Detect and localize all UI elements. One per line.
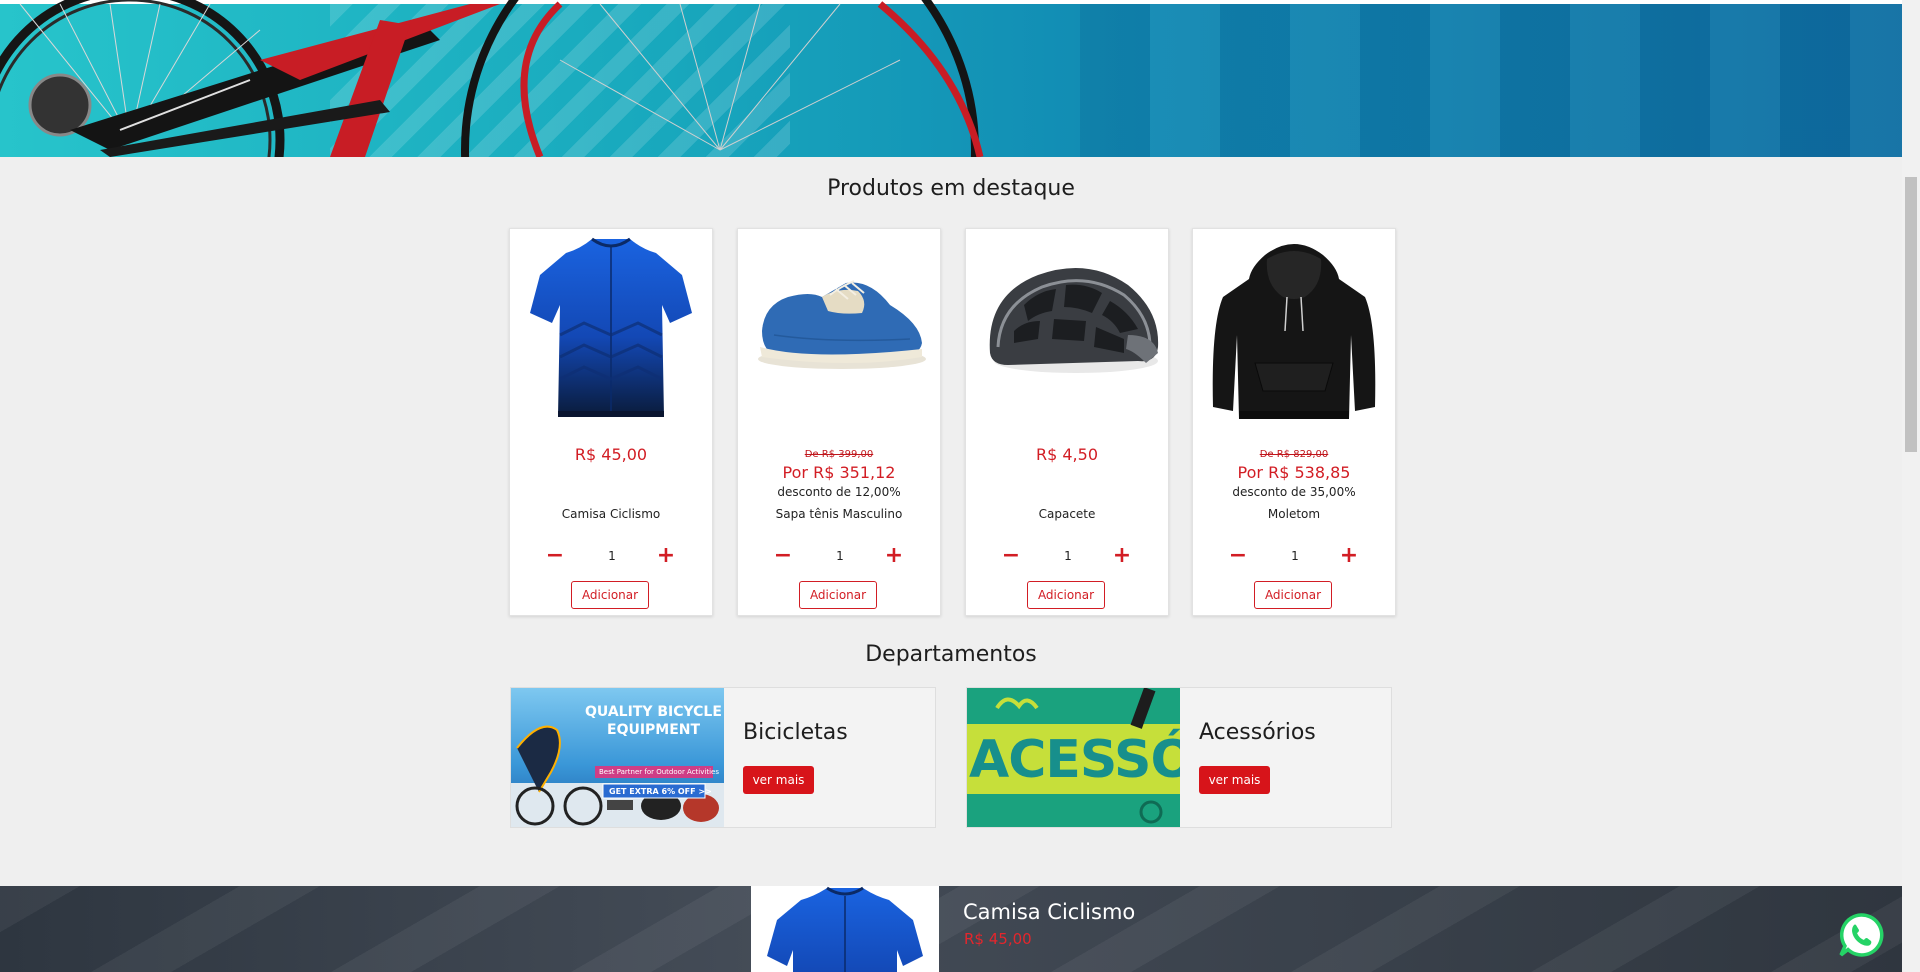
increase-quantity-button[interactable]: + bbox=[882, 543, 906, 569]
quantity-field[interactable]: 1 bbox=[1273, 543, 1317, 569]
quantity-field[interactable]: 1 bbox=[1046, 543, 1090, 569]
scrollbar-thumb[interactable] bbox=[1905, 177, 1917, 452]
increase-quantity-button[interactable]: + bbox=[1110, 543, 1134, 569]
decrease-quantity-button[interactable]: − bbox=[999, 543, 1023, 569]
product-card: De R$ 399,00 Por R$ 351,12 desconto de 1… bbox=[737, 228, 941, 616]
add-to-cart-button[interactable]: Adicionar bbox=[1027, 581, 1105, 609]
department-name: Acessórios bbox=[1199, 720, 1316, 745]
product-name: Sapa tênis Masculino bbox=[775, 507, 903, 521]
featured-products-title: Produtos em destaque bbox=[827, 176, 1075, 201]
accessories-banner: ACESSÓRI bbox=[967, 688, 1180, 827]
jersey-image bbox=[530, 237, 692, 417]
whatsapp-icon[interactable] bbox=[1837, 911, 1885, 959]
increase-quantity-button[interactable]: + bbox=[1337, 543, 1361, 569]
product-price: R$ 4,50 bbox=[1035, 445, 1098, 464]
decrease-quantity-button[interactable]: − bbox=[543, 543, 567, 569]
banner-word: ACESSÓRI bbox=[969, 730, 1180, 790]
product-old-price: De R$ 829,00 bbox=[1259, 449, 1329, 460]
decrease-quantity-button[interactable]: − bbox=[1226, 543, 1250, 569]
increase-quantity-button[interactable]: + bbox=[654, 543, 678, 569]
bicycle-image bbox=[0, 0, 984, 157]
quantity-stepper: − 1 + bbox=[1193, 543, 1395, 569]
product-price: Por R$ 538,85 bbox=[1237, 463, 1351, 482]
banner-offer: GET EXTRA 6% OFF >> bbox=[609, 787, 712, 796]
department-card-bicicletas[interactable]: QUALITY BICYCLE EQUIPMENT Best Partner f… bbox=[510, 687, 936, 828]
shoe-image bbox=[758, 280, 926, 369]
hero-shade bbox=[1080, 4, 1902, 157]
product-card: R$ 45,00 Camisa Ciclismo − 1 + Adicionar bbox=[509, 228, 713, 616]
hero-banner bbox=[0, 0, 1902, 157]
featured-product-price: R$ 45,00 bbox=[964, 930, 1032, 948]
quantity-field[interactable]: 1 bbox=[818, 543, 862, 569]
see-more-button[interactable]: ver mais bbox=[743, 766, 814, 794]
product-name: Moletom bbox=[1267, 507, 1321, 521]
see-more-button[interactable]: ver mais bbox=[1199, 766, 1270, 794]
quantity-field[interactable]: 1 bbox=[590, 543, 634, 569]
hoodie-image bbox=[1212, 244, 1376, 419]
product-name: Capacete bbox=[1038, 507, 1096, 521]
add-to-cart-button[interactable]: Adicionar bbox=[799, 581, 877, 609]
departments-title: Departamentos bbox=[865, 642, 1037, 667]
banner-headline-2: EQUIPMENT bbox=[607, 722, 701, 738]
product-card: R$ 4,50 Capacete − 1 + Adicionar bbox=[965, 228, 1169, 616]
featured-product-image[interactable] bbox=[751, 886, 939, 972]
product-card: De R$ 829,00 Por R$ 538,85 desconto de 3… bbox=[1192, 228, 1396, 616]
strip-pattern bbox=[0, 886, 1902, 972]
banner-tagline: Best Partner for Outdoor Activities bbox=[599, 768, 719, 776]
quantity-stepper: − 1 + bbox=[510, 543, 712, 569]
product-price: Por R$ 351,12 bbox=[782, 463, 896, 482]
product-old-price: De R$ 399,00 bbox=[804, 449, 874, 460]
featured-product-strip: Camisa Ciclismo R$ 45,00 bbox=[0, 886, 1902, 972]
quantity-stepper: − 1 + bbox=[738, 543, 940, 569]
bicycle-equipment-banner: QUALITY BICYCLE EQUIPMENT Best Partner f… bbox=[511, 688, 724, 827]
product-discount: desconto de 12,00% bbox=[777, 485, 901, 499]
department-name: Bicicletas bbox=[743, 720, 848, 745]
page-scrollbar[interactable] bbox=[1902, 0, 1920, 972]
department-card-acessorios[interactable]: ACESSÓRI Acessórios ver mais bbox=[966, 687, 1392, 828]
add-to-cart-button[interactable]: Adicionar bbox=[571, 581, 649, 609]
product-price: R$ 45,00 bbox=[574, 445, 648, 464]
product-discount: desconto de 35,00% bbox=[1232, 485, 1356, 499]
quantity-stepper: − 1 + bbox=[966, 543, 1168, 569]
decrease-quantity-button[interactable]: − bbox=[771, 543, 795, 569]
add-to-cart-button[interactable]: Adicionar bbox=[1254, 581, 1332, 609]
banner-headline: QUALITY BICYCLE bbox=[585, 704, 722, 720]
featured-product-name: Camisa Ciclismo bbox=[963, 900, 1136, 924]
product-name: Camisa Ciclismo bbox=[561, 507, 661, 521]
helmet-image bbox=[989, 267, 1159, 373]
